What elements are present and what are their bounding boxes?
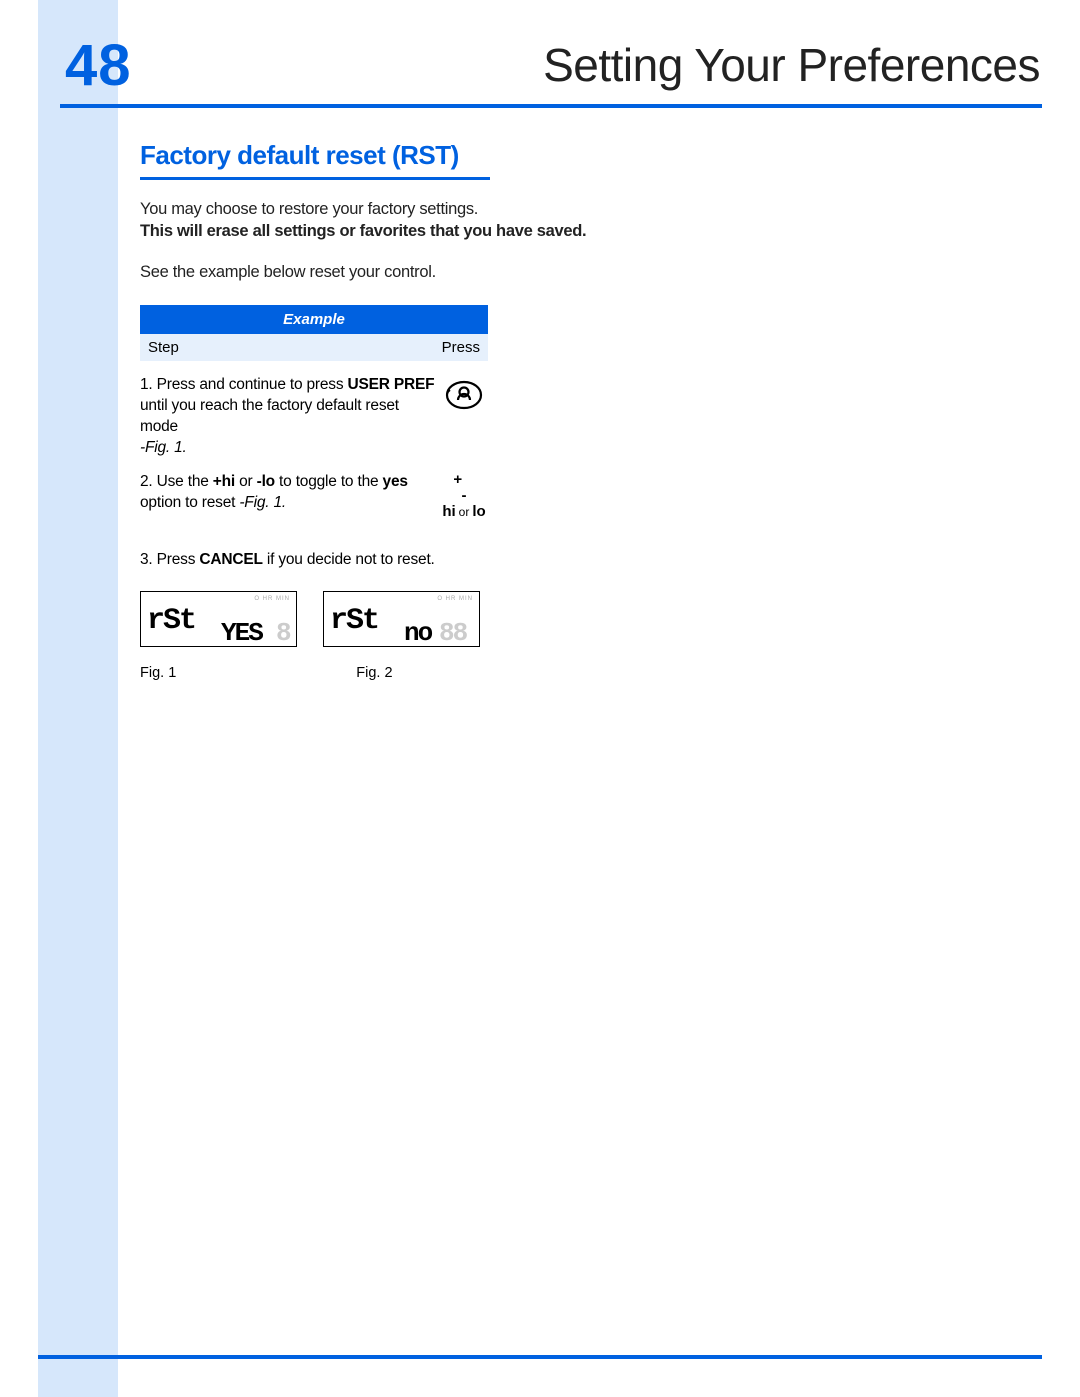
step-text: 2. Use the +hi or -lo to toggle to the y… <box>140 472 440 514</box>
plus-symbol: + <box>449 472 467 488</box>
table-header: Example <box>140 305 488 334</box>
plus-hi-label: +hi <box>213 473 235 490</box>
table-row: 2. Use the +hi or -lo to toggle to the y… <box>140 472 488 519</box>
section-title-rule <box>140 177 490 180</box>
step-after: until you reach the factory default rese… <box>140 397 399 435</box>
table-row: 3. Press CANCEL if you decide not to res… <box>140 550 488 571</box>
yes-label: yes <box>383 473 408 490</box>
intro-paragraph: You may choose to restore your factory s… <box>140 198 630 243</box>
lcd-ghost: 8 <box>276 618 290 648</box>
lcd-tiny-labels: O HR MIN <box>437 596 473 602</box>
section-title: Factory default reset (RST) <box>140 140 459 171</box>
hi-label: hi <box>442 503 455 520</box>
chapter-title: Setting Your Preferences <box>140 38 1040 92</box>
step-lead: Use the <box>153 473 213 490</box>
fig-1-label: Fig. 1 <box>140 665 176 681</box>
hi-lo-buttons: + - hiorlo <box>440 472 488 519</box>
table-row: 1. Press and continue to press USER PREF… <box>140 375 488 459</box>
lcd-value: YES <box>221 618 262 648</box>
header-rule <box>60 104 1042 108</box>
page-content: Factory default reset (RST) You may choo… <box>140 140 630 681</box>
intro-line-1: You may choose to restore your factory s… <box>140 200 478 218</box>
lo-label: lo <box>472 503 485 520</box>
table-subheader: Step Press <box>140 334 488 361</box>
figure-labels-row: Fig. 1 Fig. 2 <box>140 655 630 681</box>
display-row: O HR MIN rSt YES 8 O HR MIN rSt no 88 <box>140 591 630 647</box>
lcd-display-2: O HR MIN rSt no 88 <box>323 591 480 647</box>
lcd-code: rSt <box>147 604 195 638</box>
col-step: Step <box>140 334 434 361</box>
intro-line-2: See the example below reset your control… <box>140 261 630 283</box>
intro-bold: This will erase all settings or favorite… <box>140 222 586 240</box>
cancel-label: CANCEL <box>199 551 262 568</box>
step-text: 1. Press and continue to press USER PREF… <box>140 375 440 459</box>
step-mid: or <box>235 473 257 490</box>
lcd-value: no <box>404 618 431 648</box>
page-number: 48 <box>65 32 132 99</box>
user-pref-label: USER PREF <box>347 376 434 393</box>
lcd-tiny-labels: O HR MIN <box>254 596 290 602</box>
step-lead: Press <box>153 551 200 568</box>
minus-symbol: - <box>455 488 473 504</box>
step-after: if you decide not to reset. <box>263 551 435 568</box>
minus-lo-label: -lo <box>257 473 275 490</box>
step-number: 3. <box>140 551 153 568</box>
fig-ref: -Fig. 1. <box>239 494 286 511</box>
footer-rule <box>38 1355 1042 1359</box>
lcd-code: rSt <box>330 604 378 638</box>
step-number: 1. <box>140 376 153 393</box>
step-lead: Press and continue to press <box>153 376 348 393</box>
step-after: to toggle to the <box>275 473 383 490</box>
manual-page: 48 Setting Your Preferences Factory defa… <box>0 0 1080 1397</box>
step-text: 3. Press CANCEL if you decide not to res… <box>140 550 440 571</box>
blue-margin-column <box>38 0 118 1397</box>
step-tail: option to reset <box>140 494 239 511</box>
fig-2-label: Fig. 2 <box>356 665 392 681</box>
lcd-display-1: O HR MIN rSt YES 8 <box>140 591 297 647</box>
example-table: Example Step Press 1. Press and continue… <box>140 305 488 571</box>
lcd-ghost: 88 <box>439 618 466 648</box>
step-number: 2. <box>140 473 153 490</box>
col-press: Press <box>434 334 488 361</box>
fig-ref: -Fig. 1. <box>140 439 187 456</box>
or-label: or <box>456 505 473 519</box>
pref-icon <box>444 375 484 415</box>
user-pref-button-icon <box>440 375 488 420</box>
